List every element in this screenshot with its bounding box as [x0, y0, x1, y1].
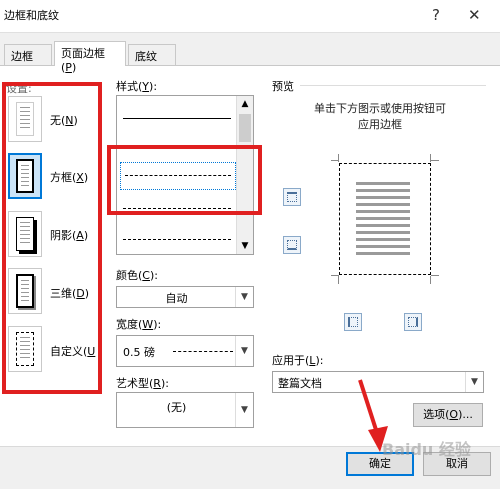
width-select[interactable]: 0.5 磅 ▼: [116, 335, 254, 367]
scroll-down-icon[interactable]: ▼: [237, 241, 253, 251]
preview-label: 预览: [272, 80, 294, 93]
options-button[interactable]: 选项(O)...: [413, 403, 483, 427]
width-label: 宽度(W):: [116, 318, 162, 331]
preview-text-lines: [356, 182, 410, 256]
border-left-button[interactable]: [344, 313, 362, 331]
color-label: 颜色(C):: [116, 269, 158, 282]
tab-shading[interactable]: 底纹(S): [128, 44, 176, 77]
close-button[interactable]: ✕: [468, 6, 481, 24]
border-top-button[interactable]: [283, 188, 301, 206]
border-right-button[interactable]: [404, 313, 422, 331]
scroll-thumb[interactable]: [239, 114, 251, 142]
annotation-style-box: [107, 145, 262, 215]
help-button[interactable]: ?: [432, 6, 440, 24]
color-select[interactable]: 自动 ▼: [116, 286, 254, 308]
chevron-down-icon[interactable]: ▼: [235, 287, 253, 307]
preview-page[interactable]: [339, 163, 431, 275]
dialog-title: 边框和底纹: [4, 9, 59, 22]
style-solid-line[interactable]: [123, 118, 231, 119]
style-label: 样式(Y):: [116, 80, 158, 93]
apply-to-value: 整篇文档: [278, 377, 322, 390]
annotation-arrow-icon: [358, 379, 388, 452]
chevron-down-icon[interactable]: ▼: [465, 372, 483, 392]
border-bottom-button[interactable]: [283, 236, 301, 254]
tab-borders[interactable]: 边框(B): [4, 44, 52, 77]
preview-hint: 单击下方图示或使用按钮可 应用边框: [290, 101, 470, 133]
preview-hint-line1: 单击下方图示或使用按钮可: [314, 102, 446, 115]
annotation-settings-box: [2, 82, 102, 394]
art-select[interactable]: (无) ▼: [116, 392, 254, 428]
style-dash-dot-line[interactable]: [123, 239, 231, 240]
preview-hint-line2: 应用边框: [358, 118, 402, 131]
width-value: 0.5 磅: [123, 346, 155, 359]
width-line-preview: [173, 351, 233, 352]
scroll-up-icon[interactable]: ▲: [237, 99, 253, 109]
tab-accesskey: P: [65, 61, 72, 74]
preview-group-line: [300, 85, 486, 86]
color-value: 自动: [165, 292, 188, 305]
chevron-down-icon[interactable]: ▼: [235, 336, 253, 366]
title-bar: [0, 0, 500, 33]
tab-page-border[interactable]: 页面边框(P): [54, 41, 126, 74]
chevron-down-icon[interactable]: ▼: [235, 393, 253, 427]
art-value: (无): [166, 401, 187, 414]
art-label: 艺术型(R):: [116, 377, 169, 390]
apply-to-label: 应用于(L):: [272, 354, 324, 367]
tab-label-end: ): [71, 61, 77, 74]
